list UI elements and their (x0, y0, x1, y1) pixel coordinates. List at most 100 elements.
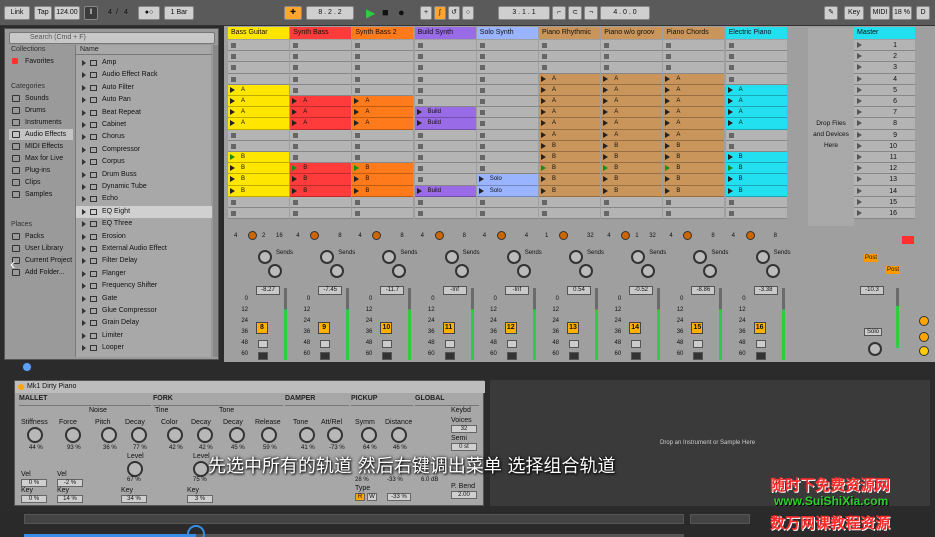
empty-clip-slot[interactable] (290, 62, 352, 74)
browser-list-item[interactable]: Compressor (76, 144, 212, 157)
expand-arrow-icon[interactable] (82, 295, 86, 302)
clip-launch-icon[interactable] (665, 120, 671, 127)
stop-clip-icon[interactable] (417, 99, 423, 104)
expand-arrow-icon[interactable] (82, 246, 86, 252)
empty-clip-slot[interactable] (414, 40, 476, 52)
clip-slot[interactable]: A (352, 107, 414, 119)
browser-list-item[interactable]: Frequency Shifter (76, 280, 212, 293)
midi-map-button[interactable]: MIDI (870, 6, 890, 20)
tap-button[interactable]: Tap (34, 6, 52, 20)
stop-clip-icon[interactable] (231, 76, 236, 82)
solo-button[interactable] (258, 340, 268, 348)
expand-arrow-icon[interactable] (82, 134, 86, 141)
scene-launch-icon[interactable] (857, 75, 862, 82)
stop-clip-icon[interactable] (728, 211, 734, 216)
solo-button[interactable] (320, 340, 331, 348)
time-sig-num[interactable]: 4 (108, 6, 112, 20)
param-knob[interactable] (167, 427, 183, 443)
clip-launch-icon[interactable] (603, 154, 609, 160)
clip-slot[interactable]: B (290, 174, 352, 186)
track-volume-field[interactable]: -Inf (504, 286, 529, 295)
expand-arrow-icon[interactable] (82, 184, 86, 190)
clip-slot[interactable]: A (539, 84, 600, 96)
empty-clip-slot[interactable] (725, 40, 787, 52)
stop-clip-icon[interactable] (355, 43, 361, 48)
expand-arrow-icon[interactable] (82, 332, 86, 339)
key-value-box[interactable]: 0 % (21, 495, 47, 503)
empty-clip-slot[interactable] (725, 129, 787, 141)
clip-launch-icon[interactable] (354, 165, 360, 172)
stop-clip-icon[interactable] (604, 211, 610, 216)
browser-list-item[interactable]: Glue Compressor (76, 305, 212, 318)
solo-button[interactable] (693, 340, 704, 348)
send-knob[interactable] (569, 250, 583, 264)
master-post-button-2[interactable]: Post (886, 266, 900, 274)
clip-slot[interactable]: Build (414, 185, 476, 197)
clip-launch-icon[interactable] (665, 142, 671, 149)
stop-clip-icon[interactable] (417, 87, 423, 93)
empty-clip-slot[interactable] (228, 51, 289, 63)
clip-slot[interactable]: B (290, 163, 352, 175)
stop-clip-icon[interactable] (231, 211, 236, 216)
stop-clip-icon[interactable] (355, 54, 361, 60)
empty-clip-slot[interactable] (476, 208, 538, 220)
param-knob[interactable] (299, 427, 315, 443)
clip-slot[interactable]: B (663, 140, 725, 152)
clip-launch-icon[interactable] (603, 86, 609, 93)
browser-list-item[interactable]: Corpus (76, 156, 212, 169)
voices-select[interactable]: 32 (451, 425, 477, 433)
key-value-box[interactable]: 14 % (57, 495, 83, 503)
empty-clip-slot[interactable] (414, 62, 476, 74)
scene-slot[interactable]: 3 (854, 62, 915, 74)
empty-clip-slot[interactable] (725, 196, 787, 208)
place-packs[interactable]: Packs (9, 231, 73, 242)
scene-slot[interactable]: 9 (854, 129, 915, 141)
category-plug-ins[interactable]: Plug-ins (9, 165, 73, 176)
stop-clip-icon[interactable] (479, 76, 485, 82)
clip-slot[interactable]: Solo (476, 185, 538, 197)
master-track-header[interactable]: Master (854, 27, 915, 39)
song-position-field[interactable]: 8 . 2 . 2 (306, 6, 354, 20)
clip-slot[interactable]: A (725, 107, 787, 119)
empty-clip-slot[interactable] (414, 196, 476, 208)
clip-launch-icon[interactable] (541, 75, 546, 82)
track-volume-field[interactable]: -8.86 (691, 286, 716, 295)
empty-clip-slot[interactable] (290, 140, 352, 152)
stop-clip-icon[interactable] (293, 54, 299, 60)
stop-clip-icon[interactable] (417, 54, 423, 60)
stop-clip-icon[interactable] (417, 143, 423, 149)
stop-clip-icon[interactable] (355, 65, 361, 71)
stop-clip-icon[interactable] (542, 43, 547, 48)
empty-clip-slot[interactable] (601, 51, 663, 63)
stop-clip-icon[interactable] (355, 132, 361, 138)
clip-launch-icon[interactable] (478, 176, 484, 183)
expand-arrow-icon[interactable] (82, 320, 86, 327)
empty-clip-slot[interactable] (725, 140, 787, 152)
scene-launch-icon[interactable] (857, 198, 862, 205)
stop-clip-icon[interactable] (479, 166, 485, 172)
empty-clip-slot[interactable] (663, 196, 725, 208)
solo-button[interactable] (755, 340, 766, 348)
send-knob-b[interactable] (454, 264, 469, 278)
clip-launch-icon[interactable] (230, 86, 235, 93)
expand-arrow-icon[interactable] (82, 146, 86, 153)
browser-list-item[interactable]: Gate (76, 293, 212, 306)
param-knob[interactable] (131, 427, 147, 443)
browser-list-item[interactable]: Beat Repeat (76, 107, 212, 120)
track-activator-button[interactable]: 11 (442, 322, 455, 334)
track-header[interactable]: Piano Rhythmic (539, 27, 600, 39)
clip-launch-icon[interactable] (603, 75, 609, 82)
clip-slot[interactable]: A (601, 118, 663, 130)
browser-list-item[interactable]: Looper (76, 342, 212, 355)
clip-slot[interactable]: A (290, 107, 352, 119)
stop-clip-icon[interactable] (604, 54, 610, 60)
clip-slot[interactable]: B (663, 185, 725, 197)
clip-slot[interactable]: B (539, 152, 600, 164)
empty-clip-slot[interactable] (663, 62, 725, 74)
empty-clip-slot[interactable] (228, 62, 289, 74)
expand-arrow-icon[interactable] (82, 270, 86, 277)
expand-arrow-icon[interactable] (82, 283, 86, 290)
empty-clip-slot[interactable] (414, 84, 476, 96)
draw-mode-icon[interactable]: ✎ (824, 6, 838, 20)
stop-clip-icon[interactable] (293, 143, 299, 149)
